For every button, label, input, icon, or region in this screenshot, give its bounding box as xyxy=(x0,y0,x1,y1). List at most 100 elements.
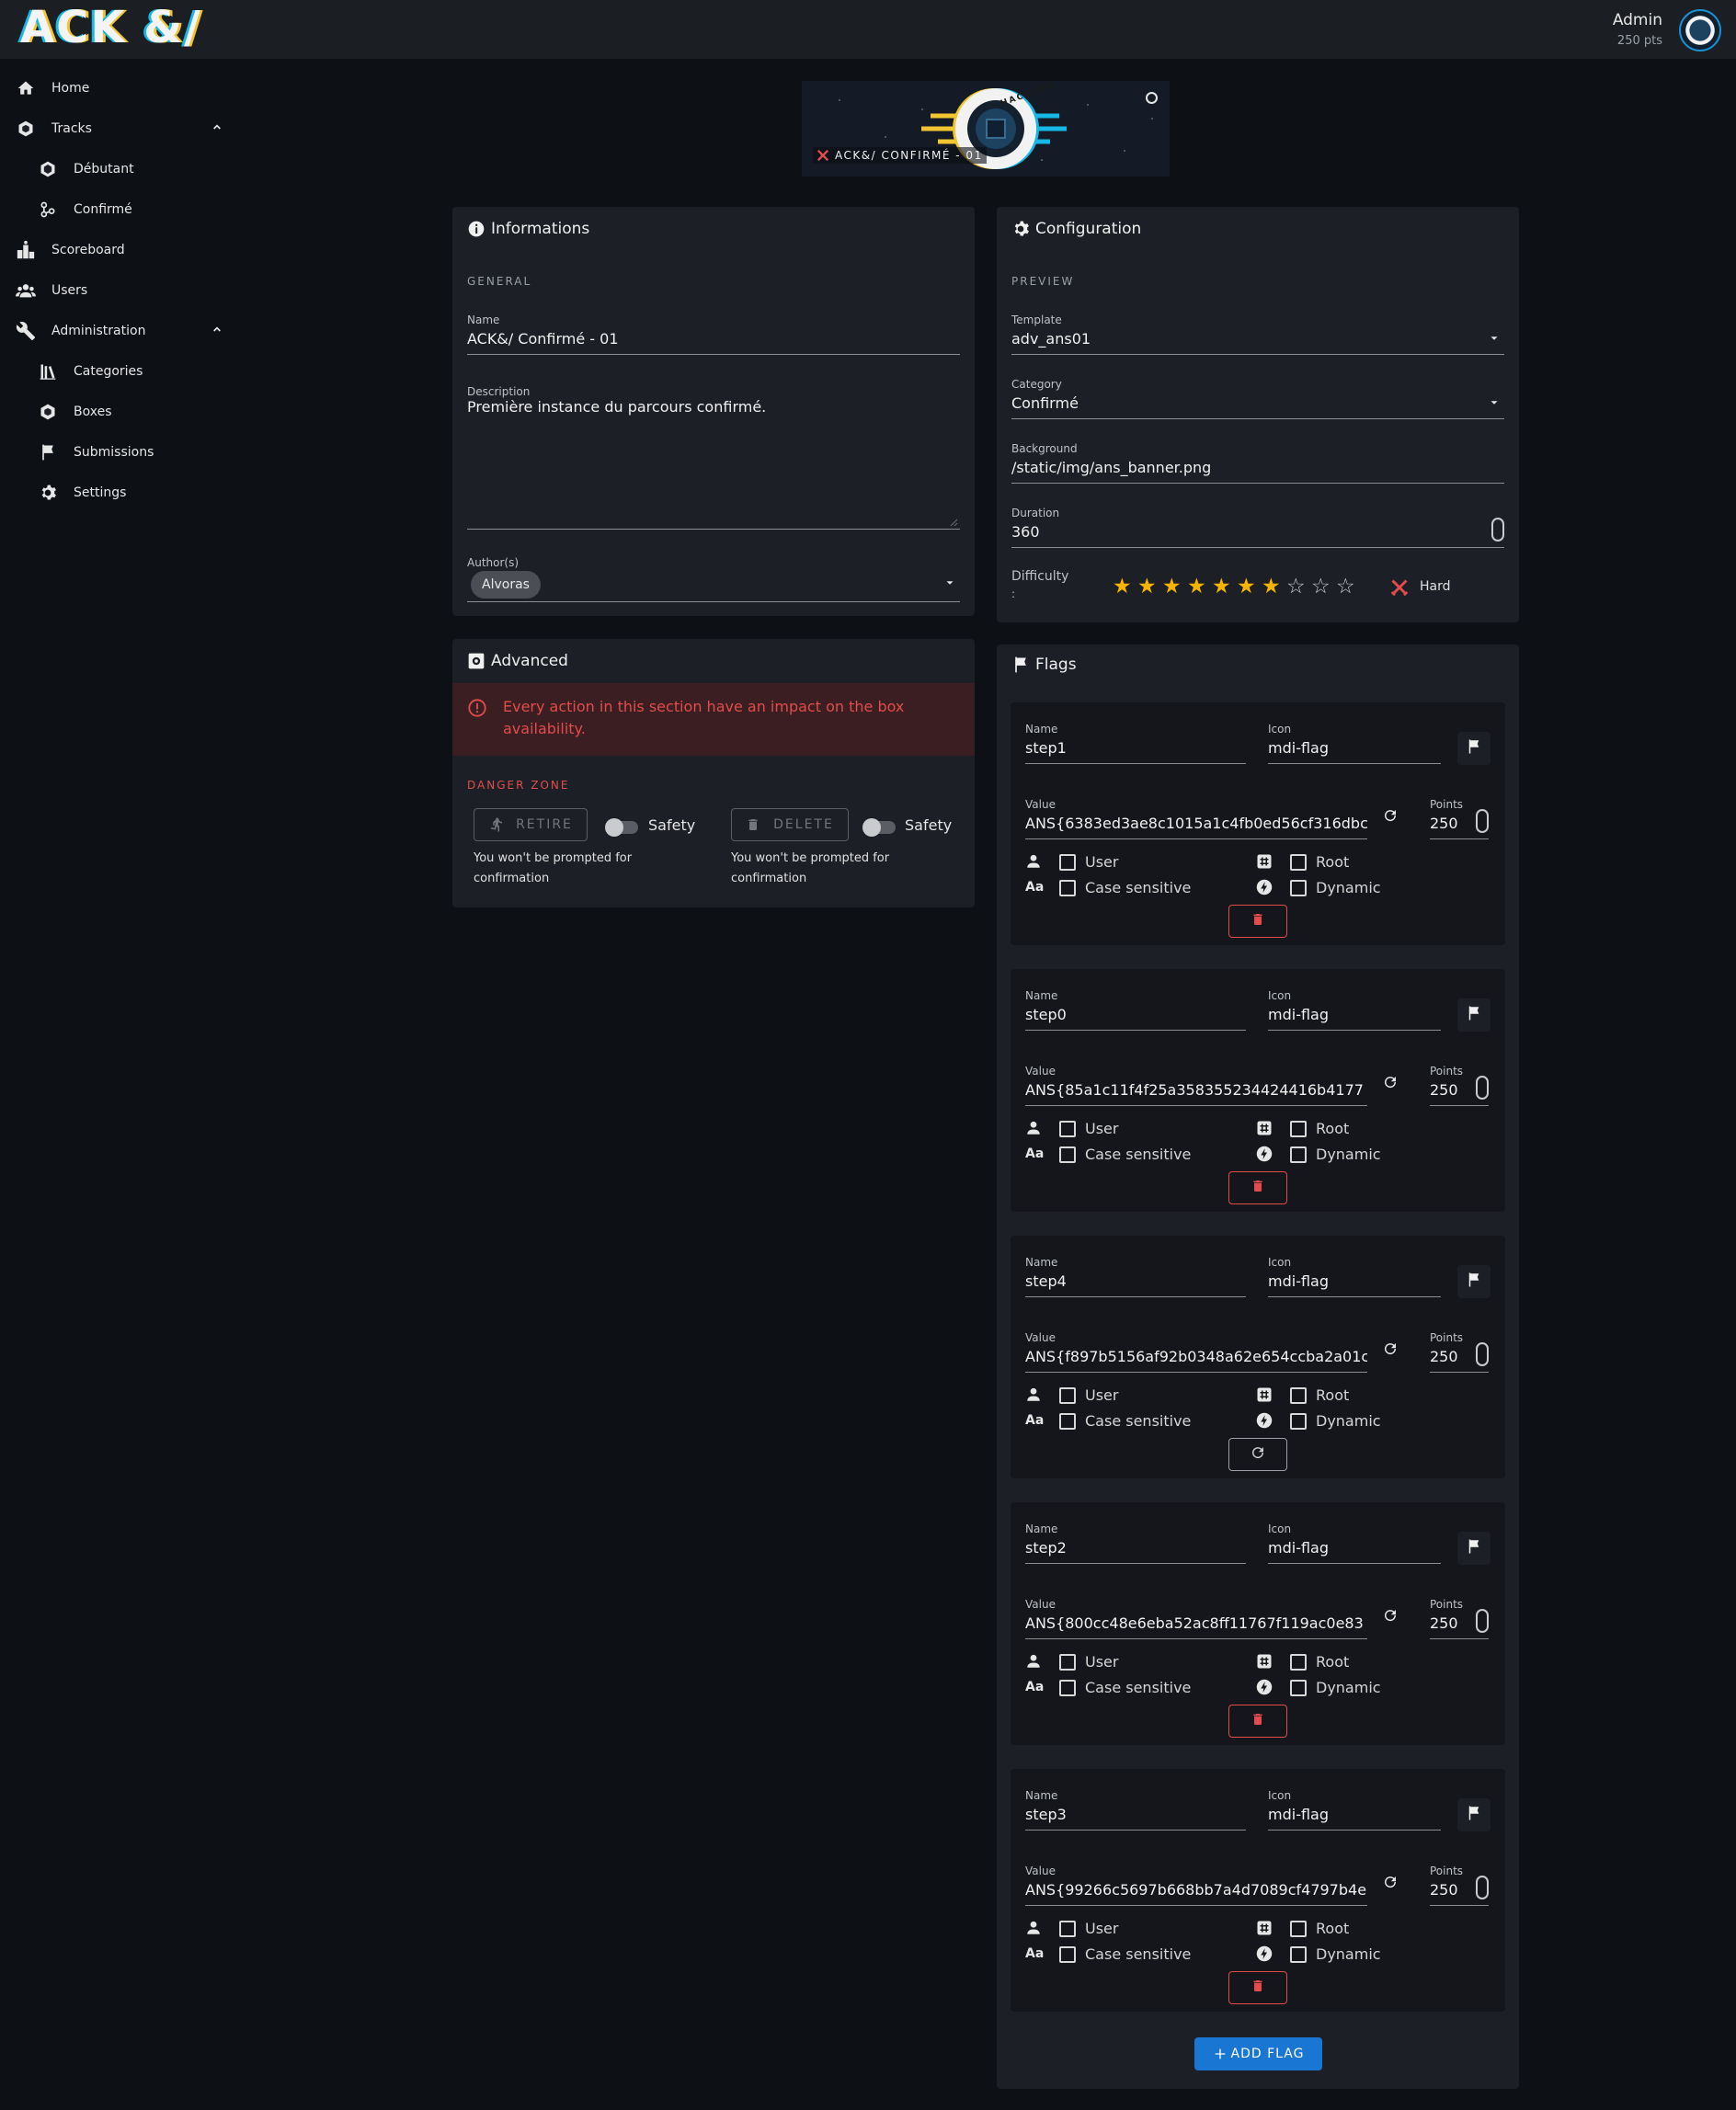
flag-name-field[interactable]: Name step0 xyxy=(1025,989,1246,1031)
flag-value-field[interactable]: Value ANS{f897b5156af92b0348a62e654ccba2a… xyxy=(1025,1331,1367,1373)
star-filled-icon[interactable]: ★ xyxy=(1162,576,1182,598)
flag-name-input[interactable]: step1 xyxy=(1025,739,1067,757)
background-field[interactable]: Background /static/img/ans_banner.png xyxy=(1011,442,1504,484)
resize-handle-icon[interactable] xyxy=(949,518,958,527)
sidebar-item-categories[interactable]: Categories xyxy=(37,351,143,392)
points-stepper[interactable] xyxy=(1476,1076,1489,1100)
sidebar-item-confirme[interactable]: Confirmé xyxy=(37,189,132,230)
delete-safety-toggle[interactable] xyxy=(862,818,896,837)
retire-button[interactable]: RETIRE xyxy=(474,808,588,841)
root-checkbox[interactable] xyxy=(1290,1121,1307,1137)
category-select[interactable]: Category Confirmé xyxy=(1011,378,1504,419)
delete-flag-button[interactable] xyxy=(1228,905,1287,938)
sidebar-item-scoreboard[interactable]: Scoreboard xyxy=(15,230,125,270)
flag-icon-field[interactable]: Icon mdi-flag xyxy=(1268,989,1441,1031)
flag-points-field[interactable]: Points 250 xyxy=(1430,1331,1489,1373)
flag-name-field[interactable]: Name step3 xyxy=(1025,1789,1246,1831)
flag-points-input[interactable]: 250 xyxy=(1430,1081,1458,1099)
flag-points-field[interactable]: Points 250 xyxy=(1430,798,1489,839)
flag-name-field[interactable]: Name step1 xyxy=(1025,723,1246,764)
root-checkbox[interactable] xyxy=(1290,1387,1307,1404)
duration-field[interactable]: Duration 360 xyxy=(1011,507,1504,548)
background-input[interactable]: /static/img/ans_banner.png xyxy=(1011,459,1211,476)
star-filled-icon[interactable]: ★ xyxy=(1237,576,1256,598)
flag-icon-preview-button[interactable] xyxy=(1457,998,1490,1032)
star-filled-icon[interactable]: ★ xyxy=(1113,576,1132,598)
flag-name-input[interactable]: step3 xyxy=(1025,1806,1067,1823)
star-filled-icon[interactable]: ★ xyxy=(1187,576,1206,598)
flag-name-input[interactable]: step4 xyxy=(1025,1272,1067,1290)
flag-icon-preview-button[interactable] xyxy=(1457,1532,1490,1565)
flag-value-field[interactable]: Value ANS{85a1c11f4f25a358355234424416b41… xyxy=(1025,1065,1367,1106)
star-filled-icon[interactable]: ★ xyxy=(1137,576,1157,598)
sidebar-item-home[interactable]: Home xyxy=(15,68,89,108)
avatar[interactable] xyxy=(1679,9,1721,51)
user-checkbox[interactable] xyxy=(1059,854,1076,871)
points-stepper[interactable] xyxy=(1476,1609,1489,1633)
flag-points-input[interactable]: 250 xyxy=(1430,1614,1458,1632)
sidebar-item-debutant[interactable]: Débutant xyxy=(37,149,134,189)
caret-down-icon[interactable] xyxy=(1488,396,1501,409)
authors-select[interactable]: Author(s) Alvoras xyxy=(467,551,960,602)
flag-value-input[interactable]: ANS{f897b5156af92b0348a62e654ccba2a01c xyxy=(1025,1348,1367,1365)
regenerate-icon[interactable] xyxy=(1382,1340,1399,1361)
sidebar-item-users[interactable]: Users xyxy=(15,270,87,311)
flag-points-field[interactable]: Points 250 xyxy=(1430,1865,1489,1906)
flag-value-input[interactable]: ANS{85a1c11f4f25a358355234424416b4177 xyxy=(1025,1081,1367,1099)
flag-points-field[interactable]: Points 250 xyxy=(1430,1598,1489,1639)
user-checkbox[interactable] xyxy=(1059,1921,1076,1937)
flag-icon-input[interactable]: mdi-flag xyxy=(1268,1539,1329,1557)
caret-down-icon[interactable] xyxy=(943,576,956,589)
flag-icon-preview-button[interactable] xyxy=(1457,732,1490,765)
add-flag-button[interactable]: ADD FLAG xyxy=(1194,2037,1322,2070)
flag-value-field[interactable]: Value ANS{99266c5697b668bb7a4d7089cf4797b… xyxy=(1025,1865,1367,1906)
flag-icon-preview-button[interactable] xyxy=(1457,1798,1490,1831)
sidebar-item-settings[interactable]: Settings xyxy=(37,473,126,513)
flag-icon-input[interactable]: mdi-flag xyxy=(1268,739,1329,757)
flag-name-field[interactable]: Name step4 xyxy=(1025,1256,1246,1297)
difficulty-rating[interactable]: ★ ★ ★ ★ ★ ★ ★ ☆ ☆ ☆ xyxy=(1113,576,1370,600)
restore-flag-button[interactable] xyxy=(1228,1438,1287,1471)
flag-icon-field[interactable]: Icon mdi-flag xyxy=(1268,1523,1441,1564)
regenerate-icon[interactable] xyxy=(1382,1074,1399,1094)
user-checkbox[interactable] xyxy=(1059,1654,1076,1671)
sidebar-item-administration[interactable]: Administration xyxy=(15,311,226,351)
dynamic-checkbox[interactable] xyxy=(1290,1946,1307,1963)
flag-name-field[interactable]: Name step2 xyxy=(1025,1523,1246,1564)
dynamic-checkbox[interactable] xyxy=(1290,1413,1307,1430)
root-checkbox[interactable] xyxy=(1290,1921,1307,1937)
flag-points-input[interactable]: 250 xyxy=(1430,815,1458,832)
dynamic-checkbox[interactable] xyxy=(1290,1680,1307,1696)
user-checkbox[interactable] xyxy=(1059,1121,1076,1137)
regenerate-icon[interactable] xyxy=(1382,1607,1399,1627)
flag-points-field[interactable]: Points 250 xyxy=(1430,1065,1489,1106)
duration-input[interactable]: 360 xyxy=(1011,523,1040,541)
points-stepper[interactable] xyxy=(1476,809,1489,833)
flag-value-input[interactable]: ANS{6383ed3ae8c1015a1c4fb0ed56cf316dbc xyxy=(1025,815,1367,832)
user-checkbox[interactable] xyxy=(1059,1387,1076,1404)
case-sensitive-checkbox[interactable] xyxy=(1059,880,1076,896)
radio-indicator[interactable] xyxy=(1146,92,1158,104)
case-sensitive-checkbox[interactable] xyxy=(1059,1946,1076,1963)
star-outline-icon[interactable]: ☆ xyxy=(1336,576,1355,598)
dynamic-checkbox[interactable] xyxy=(1290,1146,1307,1163)
duration-stepper[interactable] xyxy=(1491,518,1504,542)
case-sensitive-checkbox[interactable] xyxy=(1059,1680,1076,1696)
flag-value-input[interactable]: ANS{99266c5697b668bb7a4d7089cf4797b4e xyxy=(1025,1881,1367,1899)
delete-flag-button[interactable] xyxy=(1228,1171,1287,1204)
regenerate-icon[interactable] xyxy=(1382,807,1399,827)
flag-icon-field[interactable]: Icon mdi-flag xyxy=(1268,1789,1441,1831)
author-chip[interactable]: Alvoras xyxy=(471,571,541,599)
flag-value-field[interactable]: Value ANS{6383ed3ae8c1015a1c4fb0ed56cf316… xyxy=(1025,798,1367,839)
flag-value-field[interactable]: Value ANS{800cc48e6eba52ac8ff11767f119ac0… xyxy=(1025,1598,1367,1639)
sidebar-item-boxes[interactable]: Boxes xyxy=(37,392,112,432)
root-checkbox[interactable] xyxy=(1290,1654,1307,1671)
flag-icon-preview-button[interactable] xyxy=(1457,1265,1490,1298)
flag-value-input[interactable]: ANS{800cc48e6eba52ac8ff11767f119ac0e83 xyxy=(1025,1614,1367,1632)
sidebar-item-tracks[interactable]: Tracks xyxy=(15,108,226,149)
flag-name-input[interactable]: step2 xyxy=(1025,1539,1067,1557)
delete-flag-button[interactable] xyxy=(1228,1705,1287,1738)
description-field[interactable]: Description Première instance du parcour… xyxy=(467,378,960,530)
case-sensitive-checkbox[interactable] xyxy=(1059,1413,1076,1430)
dynamic-checkbox[interactable] xyxy=(1290,880,1307,896)
